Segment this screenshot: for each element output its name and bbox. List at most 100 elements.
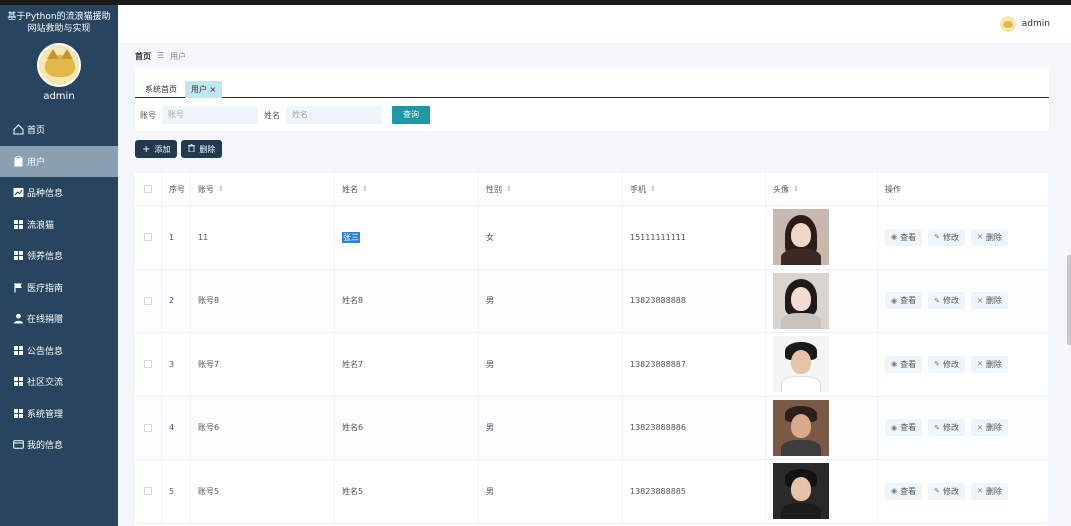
eye-icon: ◉ <box>891 423 898 432</box>
sort-icon[interactable]: ⇕ <box>650 185 656 193</box>
view-button[interactable]: ◉ 查看 <box>885 292 923 310</box>
sidebar-item-adoption[interactable]: 领养信息 <box>0 240 118 272</box>
delete-label: 删除 <box>985 359 1002 369</box>
query-button[interactable]: 查询 <box>392 106 430 124</box>
add-button[interactable]: + 添加 <box>135 140 178 158</box>
grid-icon <box>13 250 24 261</box>
row-checkbox[interactable] <box>144 296 152 305</box>
cell-gender: 女 <box>479 206 623 269</box>
row-checkbox[interactable] <box>144 423 152 432</box>
sidebar-item-stray-cat[interactable]: 流浪猫 <box>0 209 118 241</box>
breadcrumb-separator-icon: ☰ <box>157 51 165 60</box>
row-checkbox[interactable] <box>144 360 152 369</box>
user-photo[interactable] <box>773 272 829 329</box>
plus-icon: + <box>142 143 151 155</box>
top-header: admin <box>118 5 1071 43</box>
edit-label: 修改 <box>942 232 959 242</box>
header-user-menu[interactable]: admin <box>999 16 1050 32</box>
view-button[interactable]: ◉ 查看 <box>885 228 923 246</box>
sidebar-item-label: 系统管理 <box>27 409 64 420</box>
sidebar-item-users[interactable]: 用户 <box>0 145 118 177</box>
add-button-label: 添加 <box>154 144 171 154</box>
user-photo[interactable] <box>773 463 829 520</box>
edit-icon: ✎ <box>934 296 940 305</box>
sidebar-item-donation[interactable]: 在线捐赠 <box>0 303 118 335</box>
breadcrumb-current: 用户 <box>170 52 187 61</box>
close-icon[interactable]: × <box>210 85 217 94</box>
sort-icon[interactable]: ⇕ <box>218 185 224 193</box>
cell-avatar <box>766 333 878 396</box>
view-button[interactable]: ◉ 查看 <box>885 482 923 500</box>
user-photo[interactable] <box>773 209 829 266</box>
cell-index: 2 <box>162 269 191 332</box>
sidebar-username: admin <box>43 91 75 102</box>
delete-row-button[interactable]: ✕ 删除 <box>970 419 1008 437</box>
action-buttons: + 添加 删除 <box>135 140 223 158</box>
sort-icon[interactable]: ⇕ <box>362 185 368 193</box>
cell-ops: ◉ 查看 ✎ 修改 ✕ 删除 <box>878 460 1048 523</box>
delete-row-button[interactable]: ✕ 删除 <box>970 292 1008 310</box>
user-photo[interactable] <box>773 336 829 393</box>
header-username: admin <box>1021 19 1050 29</box>
sidebar-item-my-info[interactable]: 我的信息 <box>0 429 118 461</box>
cell-gender: 男 <box>479 460 623 523</box>
cell-account: 账号5 <box>191 460 335 523</box>
cell-ops: ◉ 查看 ✎ 修改 ✕ 删除 <box>878 206 1048 269</box>
sidebar-item-label: 首页 <box>27 126 46 137</box>
view-button[interactable]: ◉ 查看 <box>885 419 923 437</box>
row-checkbox[interactable] <box>144 233 152 242</box>
col-avatar[interactable]: 头像 ⇕ <box>766 173 878 205</box>
breadcrumb-home[interactable]: 首页 <box>135 51 151 62</box>
col-gender[interactable]: 性别 ⇕ <box>479 173 623 205</box>
col-account[interactable]: 账号 ⇕ <box>191 173 335 205</box>
edit-button[interactable]: ✎ 修改 <box>928 292 965 310</box>
delete-row-button[interactable]: ✕ 删除 <box>970 482 1008 500</box>
cell-name: 姓名7 <box>335 333 479 396</box>
sort-icon[interactable]: ⇕ <box>793 185 799 193</box>
edit-label: 修改 <box>942 359 959 369</box>
sidebar-item-notice[interactable]: 公告信息 <box>0 335 118 367</box>
col-ops: 操作 <box>885 184 901 194</box>
close-icon: ✕ <box>976 296 983 305</box>
tab-users[interactable]: 用户 × <box>185 81 223 98</box>
sidebar-item-label: 领养信息 <box>27 252 64 263</box>
eye-icon: ◉ <box>891 233 898 242</box>
user-photo[interactable] <box>773 399 829 456</box>
edit-button[interactable]: ✎ 修改 <box>928 419 965 437</box>
account-input[interactable]: 账号 <box>162 106 258 124</box>
sidebar-item-label: 社区交流 <box>27 378 64 389</box>
sidebar-item-label: 品种信息 <box>27 189 64 200</box>
sidebar-item-medical[interactable]: 医疗指南 <box>0 272 118 304</box>
name-input[interactable]: 姓名 <box>286 106 382 124</box>
cell-account: 账号7 <box>191 333 335 396</box>
card-icon <box>13 439 24 450</box>
edit-button[interactable]: ✎ 修改 <box>928 482 965 500</box>
row-checkbox[interactable] <box>144 487 152 496</box>
edit-icon: ✎ <box>934 360 940 369</box>
select-all-checkbox[interactable] <box>144 185 152 193</box>
edit-button[interactable]: ✎ 修改 <box>928 355 965 373</box>
vertical-scrollbar[interactable] <box>1067 255 1071 345</box>
cell-gender: 男 <box>479 269 623 332</box>
delete-row-button[interactable]: ✕ 删除 <box>970 228 1008 246</box>
col-name-label: 姓名 <box>342 184 358 194</box>
cell-name: 张三 <box>335 206 479 269</box>
sidebar-avatar <box>37 43 81 87</box>
edit-button[interactable]: ✎ 修改 <box>928 228 965 246</box>
sidebar-item-breed[interactable]: 品种信息 <box>0 177 118 209</box>
col-phone-label: 手机 <box>630 184 646 194</box>
col-phone[interactable]: 手机 ⇕ <box>623 173 766 205</box>
sidebar-item-community[interactable]: 社区交流 <box>0 366 118 398</box>
tab-system-home[interactable]: 系统首页 <box>139 81 183 98</box>
sidebar-item-system[interactable]: 系统管理 <box>0 398 118 430</box>
flag-icon <box>13 282 24 293</box>
sort-icon[interactable]: ⇕ <box>506 185 512 193</box>
sidebar-item-home[interactable]: 首页 <box>0 114 118 146</box>
delete-button[interactable]: 删除 <box>181 140 223 158</box>
delete-row-button[interactable]: ✕ 删除 <box>970 355 1008 373</box>
delete-button-label: 删除 <box>199 144 216 154</box>
col-name[interactable]: 姓名 ⇕ <box>335 173 479 205</box>
filter-panel: 系统首页 用户 × 账号 账号 姓名 姓名 查询 <box>135 68 1049 131</box>
view-button[interactable]: ◉ 查看 <box>885 355 923 373</box>
cell-index: 5 <box>162 460 191 523</box>
